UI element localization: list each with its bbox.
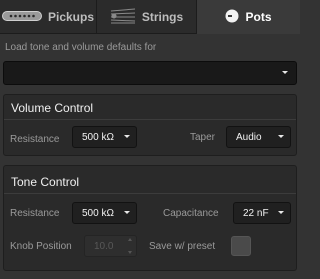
tab-bar: Pickups Strings Pots xyxy=(0,0,300,34)
divider xyxy=(4,193,296,194)
taper-value: Audio xyxy=(236,131,262,143)
spinner-up-icon xyxy=(127,238,132,241)
tone-control-title: Tone Control xyxy=(11,175,80,189)
tone-resistance-label: Resistance xyxy=(10,208,60,219)
chevron-down-icon xyxy=(124,211,130,214)
save-with-preset-label: Save w/ preset xyxy=(149,241,216,252)
chevron-down-icon xyxy=(278,211,284,214)
divider xyxy=(4,119,296,120)
spinner-icon[interactable] xyxy=(126,238,133,254)
strings-icon xyxy=(110,8,136,27)
tone-control-panel: Tone Control Resistance 500 kΩ Capacitan… xyxy=(3,165,297,271)
tab-pots[interactable]: Pots xyxy=(197,0,300,34)
knob-position-label: Knob Position xyxy=(10,241,72,252)
taper-dropdown[interactable]: Audio xyxy=(226,126,291,148)
taper-label: Taper xyxy=(190,132,216,143)
tab-pickups-label: Pickups xyxy=(47,10,95,24)
volume-control-panel: Volume Control Resistance 500 kΩ Taper A… xyxy=(3,94,297,156)
knob-position-value: 10.0 xyxy=(94,240,114,252)
tone-resistance-value: 500 kΩ xyxy=(82,207,114,219)
volume-resistance-dropdown[interactable]: 500 kΩ xyxy=(72,126,137,148)
tab-strings-label: Strings xyxy=(141,10,184,24)
volume-control-title: Volume Control xyxy=(11,101,94,115)
capacitance-value: 22 nF xyxy=(243,207,269,219)
chevron-down-icon xyxy=(278,135,284,138)
tab-pots-label: Pots xyxy=(245,10,272,24)
capacitance-dropdown[interactable]: 22 nF xyxy=(233,202,291,224)
chevron-down-icon xyxy=(124,135,130,138)
volume-resistance-label: Resistance xyxy=(10,134,60,145)
defaults-dropdown[interactable] xyxy=(3,61,297,85)
defaults-label: Load tone and volume defaults for xyxy=(5,42,157,53)
knob-icon xyxy=(225,9,239,26)
knob-position-input[interactable]: 10.0 xyxy=(84,235,137,257)
save-with-preset-checkbox[interactable] xyxy=(231,236,251,256)
tab-strings[interactable]: Strings xyxy=(97,0,197,34)
tab-pickups[interactable]: Pickups xyxy=(0,0,97,34)
chevron-down-icon xyxy=(282,71,288,74)
tone-resistance-dropdown[interactable]: 500 kΩ xyxy=(72,202,137,224)
pickup-icon xyxy=(1,10,42,24)
spinner-down-icon xyxy=(127,251,132,254)
capacitance-label: Capacitance xyxy=(163,208,219,219)
volume-resistance-value: 500 kΩ xyxy=(82,131,114,143)
